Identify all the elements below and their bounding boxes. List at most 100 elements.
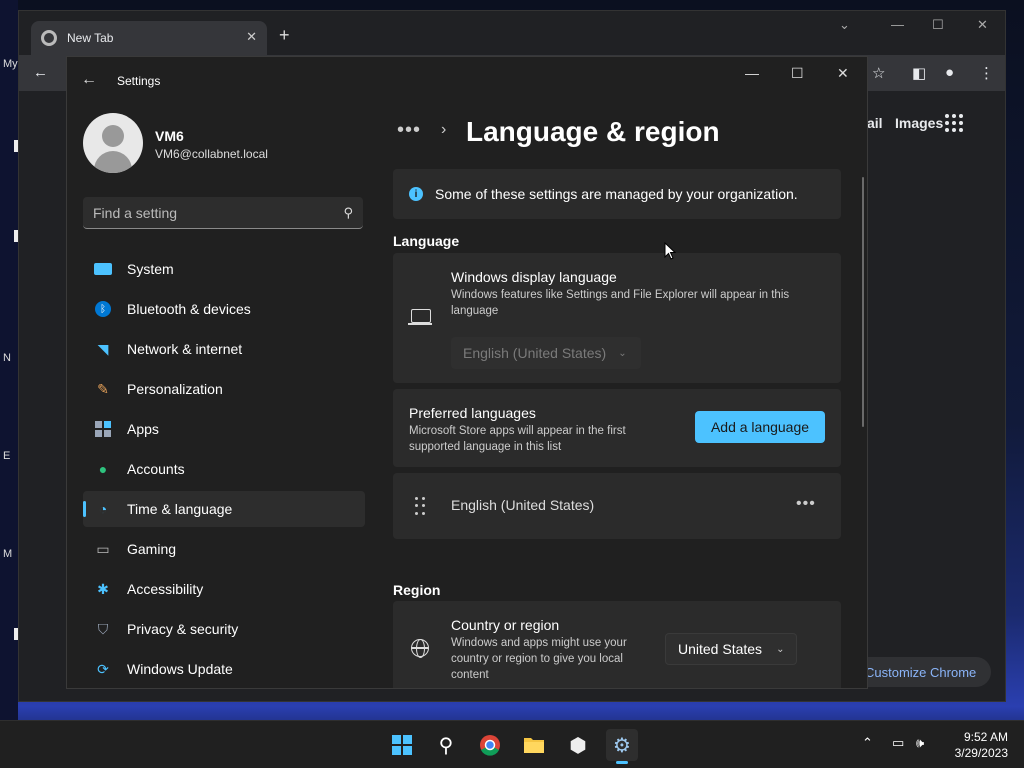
desktop-edge: My N E M — [0, 0, 18, 720]
bluetooth-icon: ᛒ — [93, 299, 113, 319]
taskbar: ⚲ ⬢ ⚙ ⌃ ▭ 🕪 9:52 AM 3/29/2023 — [0, 720, 1024, 768]
images-link[interactable]: Images — [895, 115, 943, 131]
settings-taskbar-button[interactable]: ⚙ — [606, 729, 638, 764]
sidebar-item-label: Privacy & security — [127, 621, 239, 637]
globe-icon — [411, 639, 429, 658]
section-header-region: Region — [393, 582, 441, 598]
profile-icon[interactable]: ● — [945, 64, 954, 81]
side-panel-icon[interactable]: ◧ — [912, 64, 926, 82]
network-icon[interactable]: ▭ — [892, 735, 904, 751]
sidebar-item-network[interactable]: ◥ Network & internet — [83, 331, 365, 367]
package-icon: ⬢ — [569, 734, 587, 757]
sidebar-item-label: Time & language — [127, 501, 233, 517]
user-name: VM6 — [155, 128, 184, 144]
chevron-up-icon[interactable]: ⌃ — [862, 735, 873, 751]
chevron-right-icon: › — [441, 121, 447, 138]
maximize-icon[interactable]: ☐ — [791, 65, 804, 82]
sidebar-item-label: Apps — [127, 421, 159, 437]
sidebar-item-apps[interactable]: Apps — [83, 411, 365, 447]
chrome-taskbar-button[interactable] — [474, 729, 506, 761]
shield-icon: ⛉ — [97, 620, 109, 637]
desktop-icon-label[interactable]: M — [3, 548, 12, 560]
menu-icon[interactable]: ⋮ — [979, 64, 994, 82]
title-bar: ← Settings — ☐ ✕ — [67, 57, 867, 105]
add-language-button[interactable]: Add a language — [695, 411, 825, 443]
chevron-down-icon[interactable]: ⌄ — [839, 17, 850, 33]
more-options-icon[interactable]: ••• — [796, 495, 816, 513]
avatar[interactable] — [83, 113, 143, 173]
sidebar-item-personalization[interactable]: ✎ Personalization — [83, 371, 365, 407]
minimize-icon[interactable]: — — [891, 17, 904, 32]
display-language-card: Windows display language Windows feature… — [393, 253, 841, 383]
sidebar-item-system[interactable]: System — [83, 251, 365, 287]
user-email: VM6@collabnet.local — [155, 147, 268, 161]
sidebar-item-label: Accessibility — [127, 581, 204, 597]
sidebar-item-windows-update[interactable]: ⟳ Windows Update — [83, 651, 365, 687]
desktop-icon-label[interactable]: My — [3, 58, 18, 70]
minimize-icon[interactable]: — — [745, 65, 759, 81]
card-title: Preferred languages — [409, 405, 536, 421]
desktop-icon-label[interactable]: N — [3, 352, 11, 364]
country-region-card: Country or region Windows and apps might… — [393, 601, 841, 688]
scrollbar[interactable] — [862, 177, 864, 427]
display-language-select[interactable]: English (United States) ⌄ — [451, 337, 641, 369]
close-icon[interactable]: ✕ — [837, 65, 849, 82]
sidebar-item-time-language[interactable]: ◔ Time & language — [83, 491, 365, 527]
preferred-languages-card: Preferred languages Microsoft Store apps… — [393, 389, 841, 467]
search-button[interactable]: ⚲ — [430, 729, 462, 761]
sidebar-item-label: System — [127, 261, 174, 277]
select-value: English (United States) — [463, 345, 607, 361]
breadcrumb-more[interactable]: ••• — [397, 119, 421, 142]
sidebar-item-bluetooth[interactable]: ᛒ Bluetooth & devices — [83, 291, 365, 327]
clock[interactable]: 9:52 AM 3/29/2023 — [938, 729, 1008, 761]
chrome-icon — [41, 30, 57, 46]
file-explorer-button[interactable] — [518, 729, 550, 761]
sidebar-item-privacy[interactable]: ⛉ Privacy & security — [83, 611, 365, 647]
maximize-icon[interactable]: ☐ — [932, 17, 944, 33]
close-tab-icon[interactable]: ✕ — [246, 29, 257, 45]
new-tab-button[interactable]: + — [279, 25, 290, 46]
sidebar-item-accessibility[interactable]: ✱ Accessibility — [83, 571, 365, 607]
window-title: Settings — [117, 74, 161, 88]
language-name: English (United States) — [451, 497, 595, 513]
settings-window: ← Settings — ☐ ✕ VM6 VM6@collabnet.local… — [66, 56, 868, 689]
laptop-icon — [408, 309, 432, 325]
mouse-cursor-icon — [664, 242, 676, 260]
sidebar-item-label: Windows Update — [127, 661, 233, 677]
drag-handle-icon[interactable] — [415, 497, 425, 515]
desktop-icon-label[interactable]: E — [3, 450, 10, 462]
brush-icon: ✎ — [97, 380, 109, 397]
gmail-link[interactable]: ail — [867, 115, 883, 131]
sidebar-item-accounts[interactable]: ● Accounts — [83, 451, 365, 487]
info-icon: i — [409, 187, 423, 201]
wifi-icon: ◥ — [97, 340, 109, 357]
chrome-icon — [480, 735, 500, 756]
search-icon[interactable]: ⚲ — [343, 205, 353, 221]
package-app-button[interactable]: ⬢ — [562, 729, 594, 761]
sidebar-item-label: Gaming — [127, 541, 177, 557]
country-select[interactable]: United States ⌄ — [665, 633, 797, 665]
sidebar-item-label: Accounts — [127, 461, 185, 477]
google-apps-icon[interactable] — [945, 114, 963, 132]
card-title: Country or region — [451, 617, 560, 633]
back-arrow-icon[interactable]: ← — [81, 71, 97, 89]
gamepad-icon: ▭ — [96, 540, 110, 557]
volume-icon[interactable]: 🕪 — [916, 735, 924, 751]
sidebar-item-gaming[interactable]: ▭ Gaming — [83, 531, 365, 567]
apps-icon — [93, 419, 113, 439]
card-description: Windows features like Settings and File … — [451, 289, 790, 317]
back-arrow-icon[interactable]: ← — [33, 64, 48, 81]
star-icon[interactable]: ☆ — [872, 64, 885, 82]
chrome-tab[interactable]: New Tab ✕ — [31, 21, 267, 55]
chrome-tabstrip: New Tab ✕ + ⌄ — ☐ ✕ — [19, 11, 1005, 55]
page-title: Language & region — [466, 116, 720, 147]
close-icon[interactable]: ✕ — [977, 17, 988, 33]
search-input[interactable] — [93, 204, 344, 221]
card-description: Microsoft Store apps will appear in the … — [409, 425, 626, 453]
content-pane: ••• › Language & region i Some of these … — [393, 105, 853, 688]
start-button[interactable] — [386, 729, 418, 761]
search-box[interactable]: ⚲ — [83, 197, 363, 229]
globe-clock-icon: ◔ — [98, 501, 108, 517]
chrome-tab-title: New Tab — [67, 31, 114, 45]
installed-language-row[interactable]: English (United States) ••• — [393, 473, 841, 539]
